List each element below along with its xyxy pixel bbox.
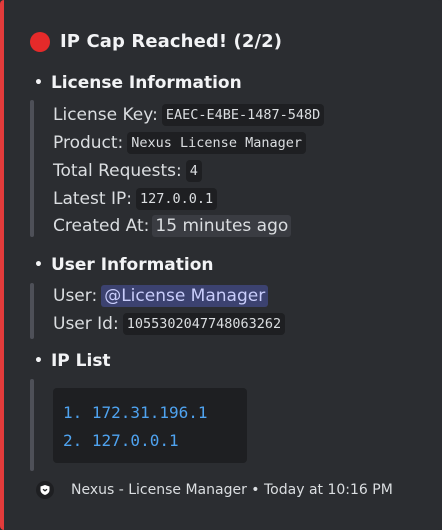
bullet-icon: • <box>34 353 43 369</box>
red-circle-icon <box>30 31 50 52</box>
total-requests-line: Total Requests: 4 <box>53 160 202 182</box>
user-id-label: User Id: <box>53 314 119 334</box>
shield-icon <box>36 481 54 499</box>
product-value: Nexus License Manager <box>127 132 306 154</box>
section-heading: User Information <box>50 255 214 275</box>
bullet-icon: • <box>34 75 43 91</box>
footer-text: Nexus - License Manager • Today at 10:16… <box>71 482 393 498</box>
latest-ip-value: 127.0.0.1 <box>135 188 218 210</box>
ip-list-item: 1. 172.31.196.1 <box>63 403 208 422</box>
user-id-line: User Id: 1055302047748063262 <box>53 313 286 335</box>
embed-title-row: IP Cap Reached! (2/2) <box>30 31 282 52</box>
embed-card: IP Cap Reached! (2/2) • License Informat… <box>0 0 442 530</box>
embed-title: IP Cap Reached! (2/2) <box>60 31 283 52</box>
license-key-line: License Key: EAEC-E4BE-1487-548D <box>53 104 325 126</box>
ip-list-codeblock: 1. 172.31.196.1 2. 127.0.0.1 <box>53 388 247 463</box>
license-key-label: License Key: <box>53 105 158 125</box>
user-label: User: <box>53 286 98 306</box>
latest-ip-label: Latest IP: <box>53 189 132 209</box>
ip-list-item: 2. 127.0.0.1 <box>63 431 179 450</box>
blockquote-bar <box>30 100 34 237</box>
user-mention[interactable]: @License Manager <box>101 285 269 307</box>
created-at-line: Created At: 15 minutes ago <box>53 215 292 237</box>
section-ip-list: • IP List <box>34 351 111 371</box>
user-id-value: 1055302047748063262 <box>122 313 286 335</box>
embed-footer: Nexus - License Manager • Today at 10:16… <box>36 481 393 499</box>
product-label: Product: <box>53 133 124 153</box>
bullet-icon: • <box>34 257 43 273</box>
created-at-timestamp[interactable]: 15 minutes ago <box>152 215 292 237</box>
blockquote-bar <box>30 379 34 471</box>
license-key-value: EAEC-E4BE-1487-548D <box>161 104 325 126</box>
user-line: User: @License Manager <box>53 285 269 307</box>
total-requests-value: 4 <box>185 160 202 182</box>
section-user-information: • User Information <box>34 255 214 275</box>
product-line: Product: Nexus License Manager <box>53 132 306 154</box>
total-requests-label: Total Requests: <box>53 161 182 181</box>
section-heading: IP List <box>50 351 111 371</box>
section-heading: License Information <box>50 73 242 93</box>
blockquote-bar <box>30 283 34 339</box>
section-license-information: • License Information <box>34 73 242 93</box>
latest-ip-line: Latest IP: 127.0.0.1 <box>53 188 218 210</box>
created-at-label: Created At: <box>53 216 150 236</box>
